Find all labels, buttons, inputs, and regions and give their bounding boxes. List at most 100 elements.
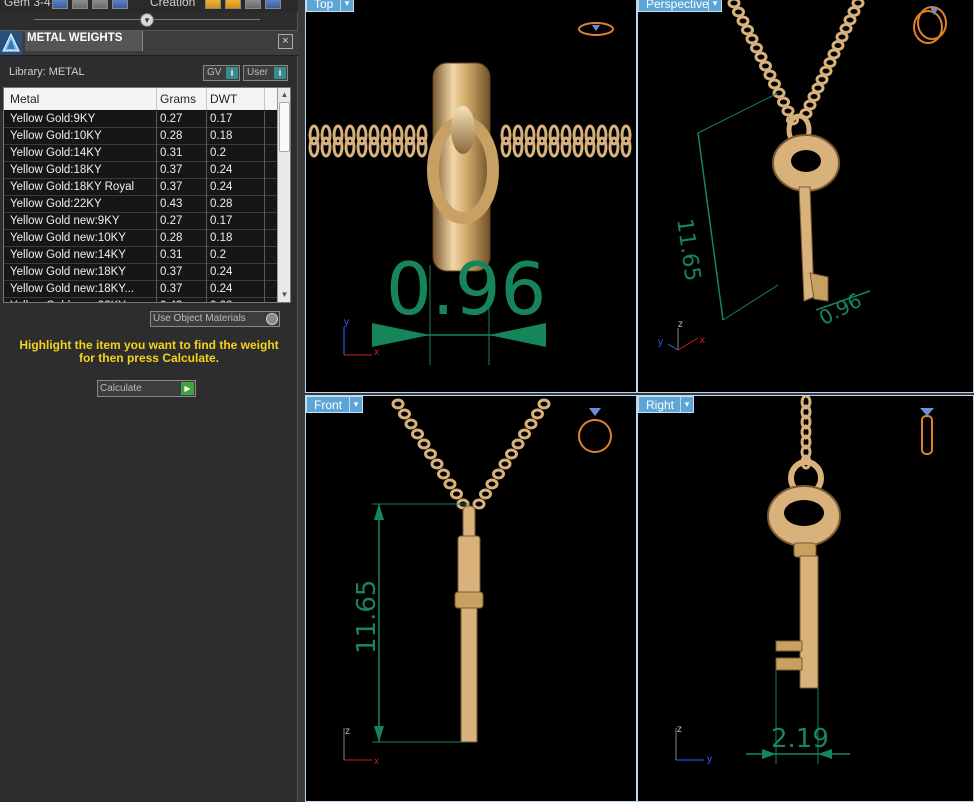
arrowhead (374, 504, 384, 520)
column-separator (206, 281, 207, 298)
toolbar-button-1[interactable] (52, 0, 68, 9)
metal-cell: Yellow Gold new:22KY (10, 300, 126, 302)
chain-link (344, 136, 356, 158)
chain-link (839, 23, 853, 34)
tab-front-viewport[interactable]: Front ▾ (306, 396, 363, 413)
chain-link (391, 398, 405, 410)
axis-label-x: x (700, 335, 705, 346)
key-shaft (799, 555, 819, 689)
toolbar-button-3[interactable] (92, 0, 108, 9)
info-icon: i (274, 67, 286, 79)
calculate-label: Calculate (100, 383, 142, 394)
column-separator (156, 247, 157, 264)
table-row[interactable]: Yellow Gold new:18KY... 0.37 0.24 (4, 281, 277, 298)
axis-label-z: z (678, 319, 683, 330)
dimension-label: 0.96 (386, 247, 547, 331)
axis-label-x: x (374, 756, 379, 767)
viewport-right[interactable]: Right ▾ 2.19 z y (637, 395, 974, 802)
scroll-down-icon[interactable]: ▼ (279, 290, 290, 300)
column-separator (206, 179, 207, 196)
chevron-down-icon[interactable]: ▾ (340, 0, 353, 11)
chain-link (819, 65, 833, 77)
axis-label-y: y (344, 317, 349, 328)
column-header-metal[interactable]: Metal (10, 92, 39, 106)
chain-links (391, 398, 551, 510)
toolbar-button-6[interactable] (225, 0, 241, 9)
table-body: Yellow Gold:9KY 0.27 0.17 Yellow Gold:10KY 0… (4, 111, 277, 302)
table-row[interactable]: Yellow Gold new:9KY 0.27 0.17 (4, 213, 277, 230)
dwt-cell: 0.28 (210, 300, 232, 302)
column-separator (156, 111, 157, 128)
chain-link (811, 82, 825, 94)
chevron-down-icon[interactable]: ▾ (708, 0, 721, 11)
table-row[interactable]: Yellow Gold:18KY Royal 0.37 0.24 (4, 179, 277, 196)
table-row[interactable]: Yellow Gold:18KY 0.37 0.24 (4, 162, 277, 179)
chain-link (548, 136, 560, 158)
gem-tab-label[interactable]: Gem 3-4 (4, 0, 51, 9)
chain-link (750, 42, 763, 54)
metal-cell: Yellow Gold:18KY (10, 164, 102, 176)
table-row[interactable]: Yellow Gold new:14KY 0.31 0.2 (4, 247, 277, 264)
column-header-grams[interactable]: Grams (160, 92, 196, 106)
column-separator (264, 298, 265, 302)
chain-link (732, 6, 745, 18)
dwt-cell: 0.28 (210, 198, 233, 210)
bail-highlight (451, 106, 475, 154)
viewport-top[interactable]: Top ▾ 0.96 y x (305, 0, 637, 393)
perspective-ring-icon (913, 6, 947, 44)
metal-cell: Yellow Gold new:9KY (10, 215, 120, 227)
creation-tab-label[interactable]: Creation (150, 0, 195, 9)
calculate-button[interactable]: Calculate ▶ (97, 380, 196, 397)
viewport-label: Top (314, 0, 334, 11)
scroll-up-icon[interactable]: ▲ (279, 90, 290, 100)
column-separator (156, 298, 157, 302)
dimension-label: 11.65 (352, 579, 382, 654)
table-row[interactable]: Yellow Gold new:22KY 0.43 0.28 (4, 298, 277, 302)
chevron-down-icon[interactable]: ▾ (680, 397, 693, 412)
column-separator (264, 213, 265, 230)
arrowhead (374, 726, 384, 742)
table-row[interactable]: Yellow Gold new:10KY 0.28 0.18 (4, 230, 277, 247)
user-library-toggle[interactable]: User i (243, 65, 288, 81)
table-header: Metal Grams DWT (4, 88, 277, 110)
chain-link (472, 498, 486, 510)
front-ring-icon (578, 408, 612, 453)
tab-right-viewport[interactable]: Right ▾ (638, 396, 694, 413)
metal-weights-panel: Gem 3-4 Creation ▾ METAL WEIGHTS × Libra… (0, 0, 298, 802)
scroll-thumb[interactable] (279, 102, 290, 152)
chain-link (781, 105, 795, 117)
toolbar-button-7[interactable] (245, 0, 261, 9)
key-tooth (775, 640, 803, 652)
toolbar-button-5[interactable] (205, 0, 221, 9)
column-separator (264, 230, 265, 247)
tab-perspective-viewport[interactable]: Perspective ▾ (638, 0, 722, 12)
chain-link (392, 136, 404, 158)
table-row[interactable]: Yellow Gold:14KY 0.31 0.2 (4, 145, 277, 162)
viewport-front[interactable]: Front ▾ 11.65 z x (305, 395, 637, 802)
toolbar-button-4[interactable] (112, 0, 128, 9)
gv-library-toggle[interactable]: GV i (203, 65, 240, 81)
collapse-chevron-icon[interactable]: ▾ (140, 13, 154, 27)
chevron-down-icon[interactable]: ▾ (349, 397, 362, 412)
chain-link (531, 408, 544, 420)
table-row[interactable]: Yellow Gold:10KY 0.28 0.18 (4, 128, 277, 145)
toolbar-button-2[interactable] (72, 0, 88, 9)
column-separator (206, 128, 207, 145)
table-row[interactable]: Yellow Gold:22KY 0.43 0.28 (4, 196, 277, 213)
table-row[interactable]: Yellow Gold new:18KY 0.37 0.24 (4, 264, 277, 281)
metal-weights-table: Metal Grams DWT Yellow Gold:9KY 0.27 0.17 Y… (3, 87, 291, 303)
chain-link (437, 468, 450, 480)
viewport-perspective[interactable]: Perspective ▾ 11.65 0.96 z y x (637, 0, 974, 393)
toolbar-button-8[interactable] (265, 0, 281, 9)
column-header-dwt[interactable]: DWT (210, 92, 237, 106)
column-separator (206, 230, 207, 247)
chain-link (851, 0, 865, 9)
use-object-materials-toggle[interactable]: Use Object Materials (150, 311, 280, 327)
table-row[interactable]: Yellow Gold:9KY 0.27 0.17 (4, 111, 277, 128)
close-icon[interactable]: × (278, 34, 293, 49)
tab-top-viewport[interactable]: Top ▾ (306, 0, 354, 12)
chain-link (485, 478, 499, 490)
chain-link (424, 448, 437, 460)
dwt-cell: 0.17 (210, 215, 233, 227)
table-scrollbar[interactable]: ▲ ▼ (277, 88, 290, 302)
